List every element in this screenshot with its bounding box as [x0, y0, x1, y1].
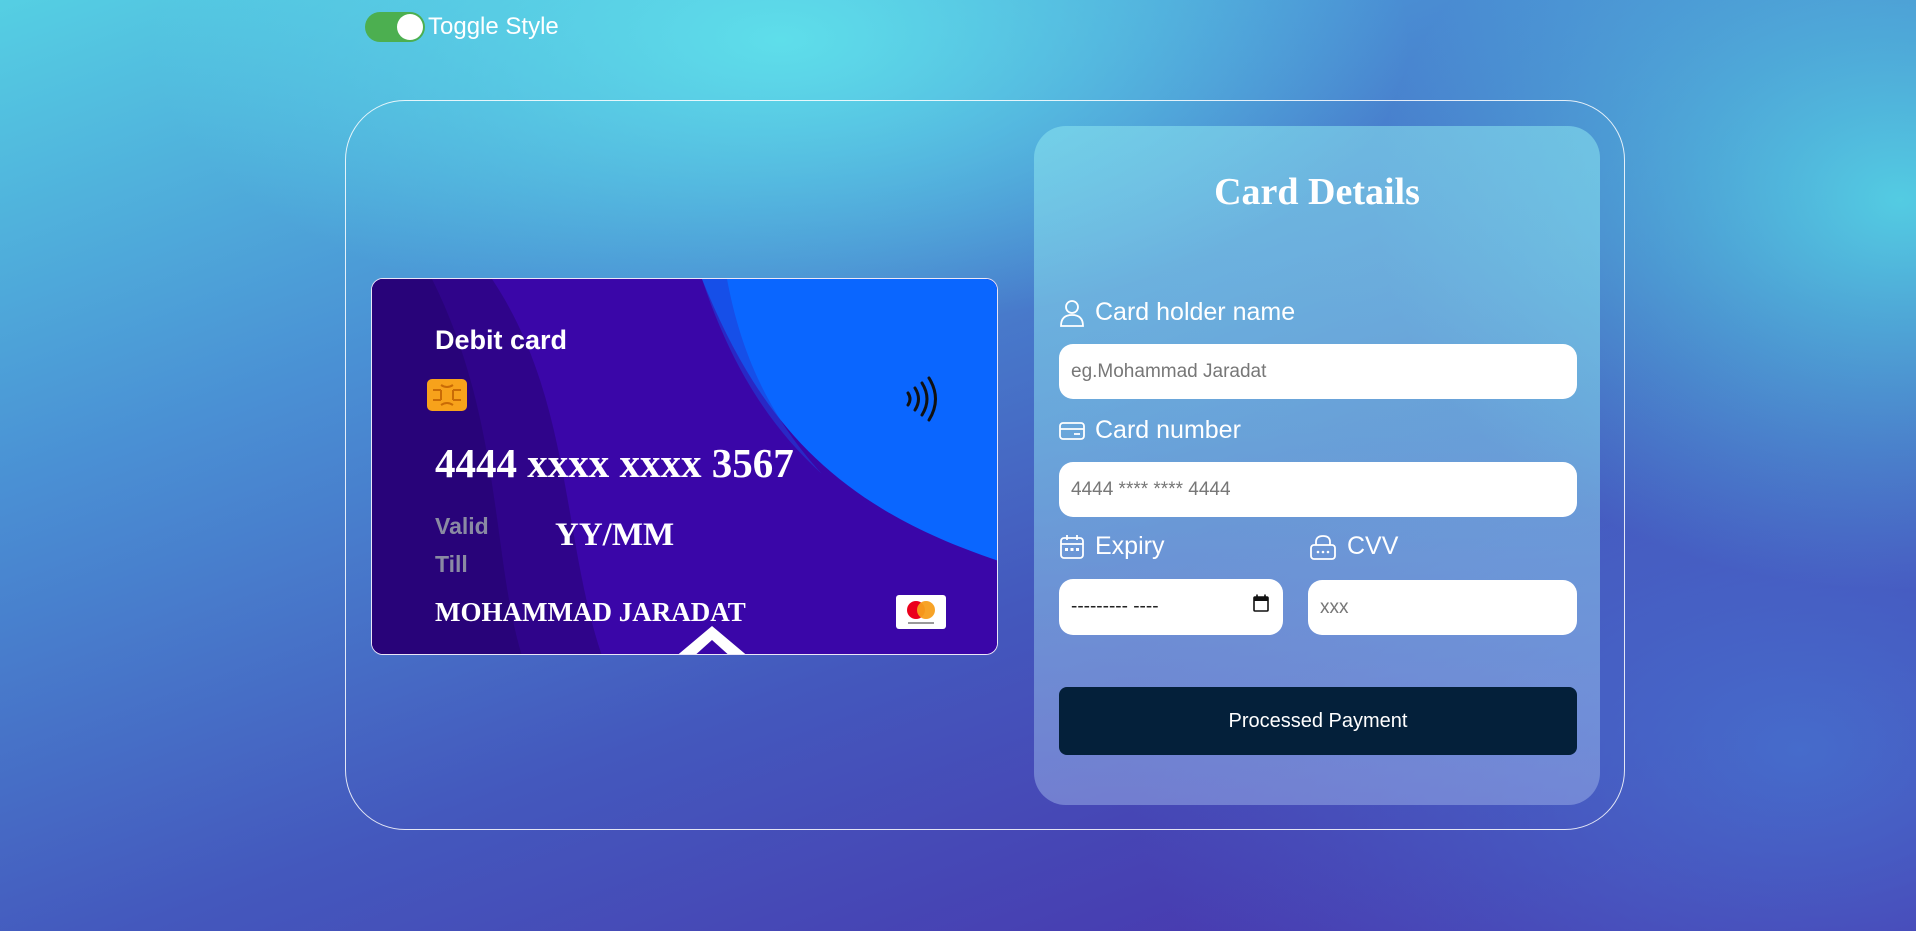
calendar-icon — [1060, 534, 1084, 559]
expiry-label: Expiry — [1059, 532, 1164, 561]
card-holder-input[interactable] — [1059, 344, 1577, 399]
credit-card-icon — [1059, 421, 1085, 440]
card-details-title: Card Details — [1214, 171, 1420, 213]
card-details-panel: Card Details Card holder name Card numbe… — [1034, 126, 1600, 805]
flip-card-icon[interactable] — [674, 626, 750, 655]
process-payment-button[interactable]: Processed Payment — [1059, 687, 1577, 755]
lock-icon — [1310, 534, 1336, 560]
cvv-label-text: CVV — [1347, 532, 1399, 560]
card-preview: Debit card 4444 xxxx xxxx 3567 Valid Til… — [371, 278, 998, 655]
card-number-label: Card number — [1059, 416, 1241, 445]
card-number-input[interactable] — [1059, 462, 1577, 517]
expiry-label-text: Expiry — [1095, 532, 1165, 560]
expiry-date-placeholder: --------- ---- — [1071, 596, 1159, 617]
valid-till-label: Valid Till — [435, 513, 489, 577]
date-picker-icon[interactable] — [1253, 594, 1269, 612]
cvv-label: CVV — [1309, 532, 1398, 561]
card-number-label-text: Card number — [1095, 416, 1241, 444]
mastercard-logo — [896, 595, 946, 629]
toggle-style-control[interactable]: Toggle Style — [365, 12, 559, 42]
card-holder-label: Card holder name — [1059, 298, 1295, 327]
card-expiry-display: YY/MM — [555, 517, 675, 553]
card-type-label: Debit card — [435, 325, 568, 355]
toggle-style-label: Toggle Style — [428, 13, 559, 40]
card-holder-label-text: Card holder name — [1095, 298, 1296, 326]
chip-icon — [427, 379, 467, 411]
expiry-date-input[interactable]: --------- ---- — [1059, 579, 1283, 635]
card-holder-display: MOHAMMAD JARADAT — [435, 597, 746, 627]
toggle-knob — [397, 14, 423, 40]
contactless-icon — [906, 376, 937, 422]
user-icon — [1060, 299, 1084, 327]
card-number-display: 4444 xxxx xxxx 3567 — [435, 440, 794, 486]
cvv-input[interactable] — [1308, 580, 1577, 635]
style-toggle-switch[interactable] — [365, 12, 425, 42]
